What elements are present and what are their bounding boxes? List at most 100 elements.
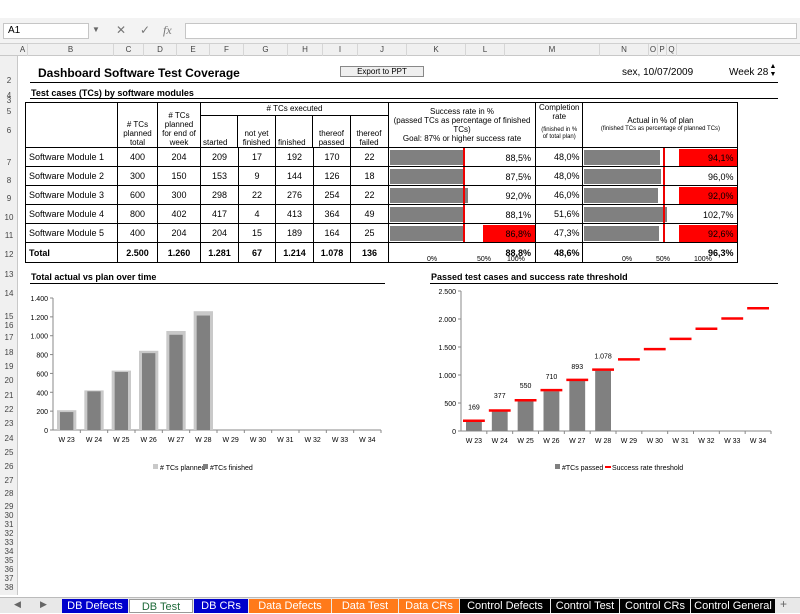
column-header-k[interactable]: K	[407, 44, 466, 56]
row-header-9[interactable]: 9	[0, 194, 18, 203]
row-header-38[interactable]: 38	[0, 583, 18, 592]
formula-input[interactable]	[185, 23, 797, 39]
sheet-tab[interactable]: Data Test	[332, 599, 398, 613]
cell-planned-eow: 1.260	[157, 242, 201, 263]
row-header-16[interactable]: 16	[0, 321, 18, 330]
column-header-g[interactable]: G	[244, 44, 288, 56]
sheet-tab[interactable]: Data CRs	[399, 599, 459, 613]
row-header-12[interactable]: 12	[0, 250, 18, 259]
column-header-j[interactable]: J	[358, 44, 407, 56]
completion-rate: 48,6%	[534, 242, 584, 263]
export-to-ppt-button[interactable]: Export to PPT	[340, 66, 424, 77]
row-header-22[interactable]: 22	[0, 405, 18, 414]
row-header-20[interactable]: 20	[0, 376, 18, 385]
row-header-11[interactable]: 11	[0, 231, 18, 240]
name-box[interactable]: A1	[3, 23, 89, 39]
chart2-divider	[430, 283, 778, 284]
completion-title: Completion rate	[539, 103, 580, 122]
x-tick-label: W 30	[250, 437, 266, 444]
column-header-o[interactable]: O	[649, 44, 658, 56]
row-header-24[interactable]: 24	[0, 434, 18, 443]
column-header-l[interactable]: L	[466, 44, 505, 56]
y-tick-label: 800	[36, 353, 48, 360]
row-header-17[interactable]: 17	[0, 333, 18, 342]
cell-started: 1.281	[200, 242, 239, 263]
column-header-a[interactable]: A	[18, 44, 28, 56]
row-header-31[interactable]: 31	[0, 520, 18, 529]
column-header-q[interactable]: Q	[667, 44, 677, 56]
row-header-29[interactable]: 29	[0, 502, 18, 511]
insert-function-icon[interactable]: fx	[163, 23, 172, 38]
table-section-title: Test cases (TCs) by software modules	[31, 88, 194, 98]
column-header-p[interactable]: P	[658, 44, 667, 56]
row-header-30[interactable]: 30	[0, 511, 18, 520]
cell-passed: 254	[313, 185, 351, 205]
completion-rate: 51,6%	[534, 204, 584, 224]
week-spinner[interactable]: ▲ ▼	[768, 63, 778, 80]
row-header-21[interactable]: 21	[0, 391, 18, 400]
sheet-tab[interactable]: DB Test	[129, 599, 193, 613]
legend-label: #TCs finished	[210, 465, 253, 472]
chart2-title: Passed test cases and success rate thres…	[431, 272, 628, 282]
row-header-15[interactable]: 15	[0, 312, 18, 321]
sheet-tab[interactable]: DB Defects	[62, 599, 128, 613]
row-header-25[interactable]: 25	[0, 448, 18, 457]
row-header-4[interactable]: 4	[0, 91, 18, 100]
completion-rate: 46,0%	[534, 185, 584, 205]
column-header-e[interactable]: E	[177, 44, 210, 56]
row-header-7[interactable]: 7	[0, 158, 18, 167]
sheet-tab[interactable]: Data Defects	[249, 599, 331, 613]
cell-planned-eow: 204	[157, 147, 201, 167]
sheet-tab[interactable]: DB CRs	[194, 599, 248, 613]
row-header-8[interactable]: 8	[0, 176, 18, 185]
row-header-28[interactable]: 28	[0, 489, 18, 498]
column-header-m[interactable]: M	[505, 44, 600, 56]
success-rate-bar	[390, 226, 464, 241]
row-header-34[interactable]: 34	[0, 547, 18, 556]
tab-scroll-right-icon[interactable]: ▶	[40, 599, 47, 610]
sheet-tab[interactable]: Control Test	[551, 599, 619, 613]
row-header-27[interactable]: 27	[0, 476, 18, 485]
row-header-26[interactable]: 26	[0, 462, 18, 471]
cell-not-finished: 15	[238, 223, 276, 243]
column-header-c[interactable]: C	[114, 44, 144, 56]
bar-data-label: 377	[494, 393, 506, 400]
add-sheet-icon[interactable]: +	[780, 597, 787, 611]
spin-down-icon[interactable]: ▼	[768, 71, 778, 79]
success-rate-cell: 86,8%	[388, 223, 536, 243]
row-header-2[interactable]: 2	[0, 76, 18, 85]
row-header-14[interactable]: 14	[0, 289, 18, 298]
row-header-13[interactable]: 13	[0, 270, 18, 279]
col-header-success-rate: Success rate in % (passed TCs as percent…	[388, 102, 536, 148]
tab-scroll-left-icon[interactable]: ◀	[14, 599, 21, 610]
enter-icon[interactable]: ✓	[140, 23, 150, 37]
row-header-36[interactable]: 36	[0, 565, 18, 574]
column-header-f[interactable]: F	[210, 44, 244, 56]
y-tick-label: 1.500	[438, 345, 456, 352]
name-box-dropdown-icon[interactable]: ▼	[92, 25, 100, 34]
row-header-6[interactable]: 6	[0, 126, 18, 135]
sheet-tab[interactable]: Control General	[691, 599, 775, 613]
column-header-n[interactable]: N	[600, 44, 649, 56]
sheet-tab[interactable]: Control CRs	[620, 599, 690, 613]
row-header-10[interactable]: 10	[0, 213, 18, 222]
cancel-icon[interactable]: ✕	[116, 23, 126, 37]
row-header-23[interactable]: 23	[0, 419, 18, 428]
column-header-d[interactable]: D	[144, 44, 177, 56]
column-header-i[interactable]: I	[323, 44, 358, 56]
sheet-tab[interactable]: Control Defects	[460, 599, 550, 613]
row-header-37[interactable]: 37	[0, 574, 18, 583]
row-header-18[interactable]: 18	[0, 348, 18, 357]
y-tick-label: 1.200	[30, 315, 48, 322]
row-header-32[interactable]: 32	[0, 529, 18, 538]
row-header-19[interactable]: 19	[0, 362, 18, 371]
row-header-5[interactable]: 5	[0, 107, 18, 116]
cell-finished: 192	[275, 147, 314, 167]
row-header-33[interactable]: 33	[0, 538, 18, 547]
spin-up-icon[interactable]: ▲	[768, 63, 778, 71]
column-header-b[interactable]: B	[28, 44, 114, 56]
row-header-35[interactable]: 35	[0, 556, 18, 565]
table-row: Software Module 4 800 402 417 4 413 364 49 88,1%…	[25, 204, 739, 224]
column-header-h[interactable]: H	[288, 44, 323, 56]
cell-finished: 144	[275, 166, 314, 186]
